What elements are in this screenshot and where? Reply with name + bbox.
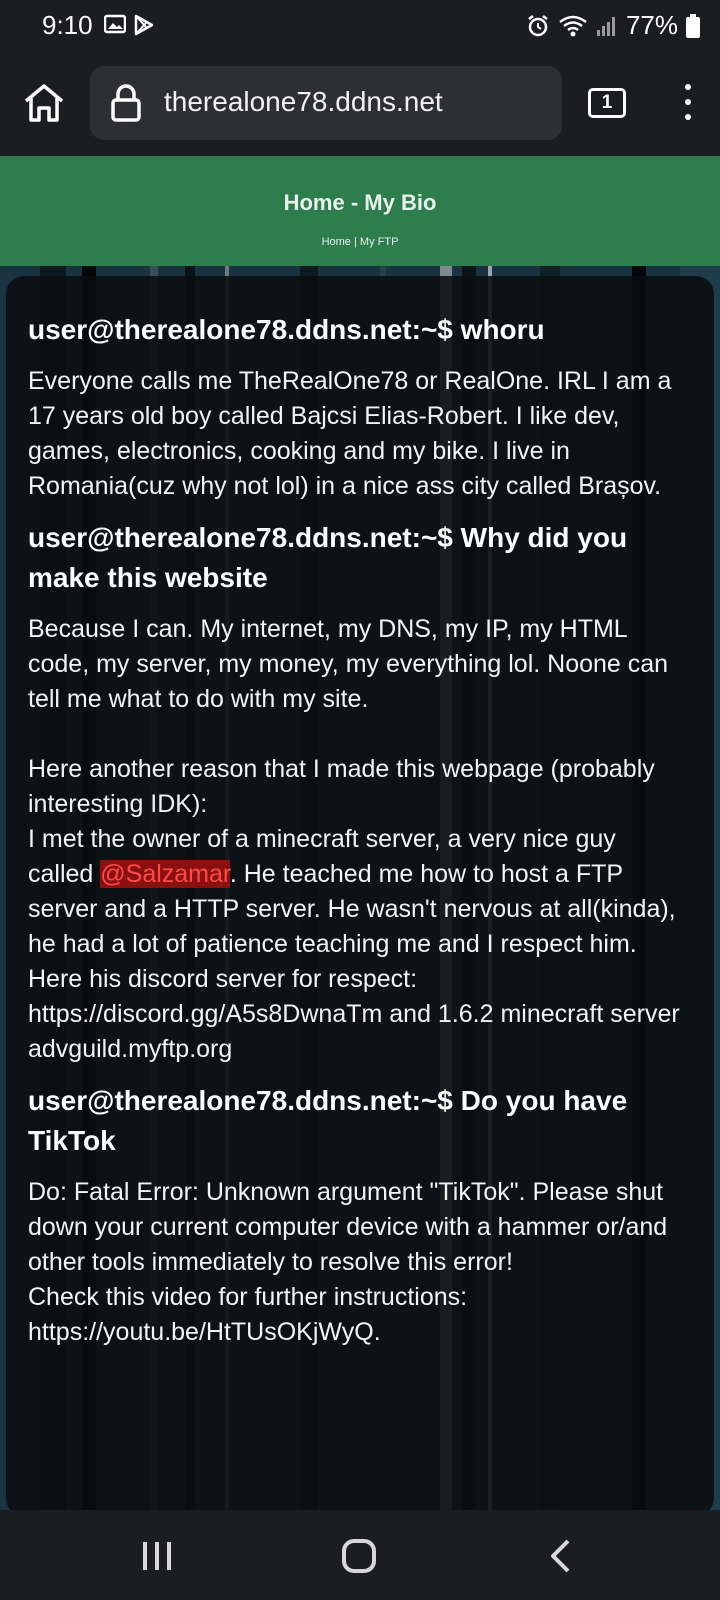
system-navigation-bar — [0, 1510, 720, 1600]
address-bar[interactable]: therealone78.ddns.net — [90, 66, 562, 140]
web-page[interactable]: Home - My Bio Home | My FTP user@thereal… — [0, 156, 720, 1510]
section-heading-whoru: user@therealone78.ddns.net:~$ whoru — [28, 314, 545, 345]
video-instructions: Check this video for further instruction… — [28, 1283, 468, 1346]
site-header: Home - My Bio Home | My FTP — [0, 156, 720, 266]
why-paragraph: Because I can. My internet, my DNS, my I… — [28, 615, 669, 713]
section-heading-why-website: user@therealone78.ddns.net:~$ Why did yo… — [28, 522, 628, 593]
menu-dot-icon — [685, 114, 691, 120]
home-icon[interactable] — [342, 1539, 376, 1573]
clock: 9:10 — [42, 10, 93, 40]
reason-paragraph: Here another reason that I made this web… — [28, 752, 688, 1067]
battery-icon — [686, 13, 700, 38]
status-bar: 9:10 77% — [0, 0, 720, 52]
page-title: Home - My Bio — [283, 190, 437, 215]
recent-apps-icon[interactable] — [142, 1540, 172, 1572]
tiktok-error: Do: Fatal Error: Unknown argument "TikTo… — [28, 1178, 668, 1276]
wifi-icon — [559, 15, 587, 36]
menu-dot-icon — [685, 99, 691, 105]
nav-link-ftp[interactable]: My FTP — [360, 236, 399, 248]
section-heading-tiktok: user@therealone78.ddns.net:~$ Do you hav… — [28, 1085, 628, 1156]
lock-icon[interactable] — [110, 84, 142, 122]
url-text[interactable]: therealone78.ddns.net — [164, 86, 443, 118]
site-nav: Home | My FTP — [0, 236, 720, 248]
discord-info: Here his discord server for respect: htt… — [28, 965, 680, 1063]
reason-intro: Here another reason that I made this web… — [28, 755, 655, 818]
user-mention[interactable]: @Salzamar — [100, 860, 230, 888]
alarm-icon — [528, 14, 548, 36]
tiktok-paragraph: Do: Fatal Error: Unknown argument "TikTo… — [28, 1175, 688, 1350]
bio-paragraph: Everyone calls me TheRealOne78 or RealOn… — [28, 367, 672, 500]
image-icon — [104, 14, 126, 34]
back-icon[interactable] — [548, 1538, 572, 1574]
home-icon — [24, 84, 64, 122]
bio-card: user@therealone78.ddns.net:~$ whoru Ever… — [6, 276, 714, 1510]
browser-toolbar: therealone78.ddns.net 1 — [0, 52, 720, 154]
more-options-button[interactable] — [680, 84, 696, 124]
nav-link-home[interactable]: Home — [322, 236, 351, 248]
nav-separator: | — [350, 236, 360, 248]
battery-percent: 77% — [625, 10, 678, 40]
play-store-icon — [134, 14, 154, 36]
browser-home-button[interactable] — [22, 81, 66, 125]
signal-icon — [596, 16, 615, 36]
tab-switcher-button[interactable]: 1 — [588, 88, 626, 118]
menu-dot-icon — [685, 84, 691, 90]
